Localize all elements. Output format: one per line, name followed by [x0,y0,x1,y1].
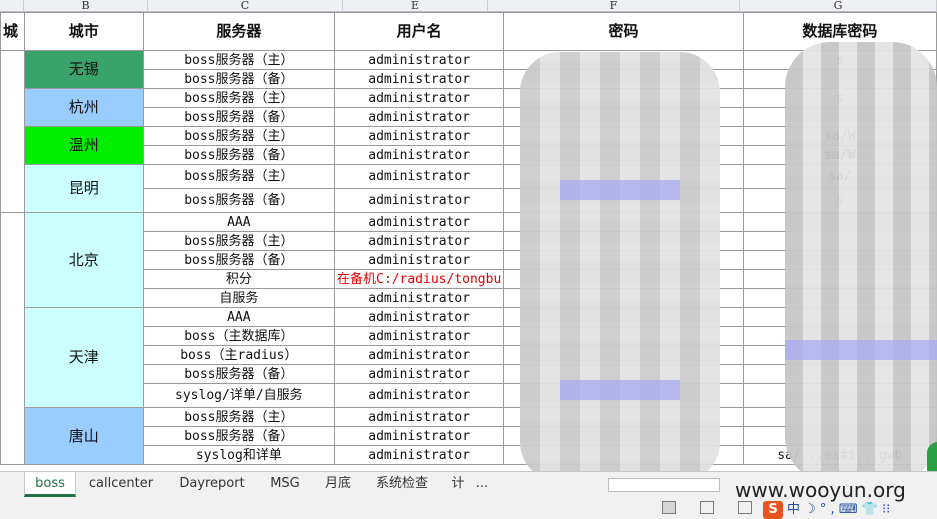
redaction-blur-password [520,52,720,471]
sheet-tab-dayreport[interactable]: Dayreport [170,472,254,497]
server-cell[interactable]: boss服务器（主） [142,407,336,427]
header-city[interactable]: 城市 [23,12,144,51]
user-cell[interactable]: administrator [334,445,505,465]
user-cell[interactable]: administrator [334,364,505,384]
server-cell[interactable]: boss服务器（备） [142,426,336,446]
column-header-a[interactable] [0,0,24,12]
user-cell[interactable]: administrator [334,164,505,189]
server-cell[interactable]: 积分 [142,269,336,289]
page-layout-view-icon[interactable] [700,501,714,514]
header-username[interactable]: 用户名 [334,12,505,51]
sogou-ime-icon[interactable]: S [763,501,783,519]
header-partial[interactable]: 城 [0,12,25,51]
user-cell[interactable]: administrator [334,407,505,427]
page-break-view-icon[interactable] [738,501,752,514]
server-cell[interactable]: 自服务 [142,288,336,308]
normal-view-icon[interactable] [662,501,676,514]
sheet-tab-system-check[interactable]: 系统检查 [368,472,436,497]
user-cell[interactable]: administrator [334,250,505,270]
floating-green-button[interactable] [927,442,937,471]
horizontal-scrollbar[interactable] [608,478,720,492]
redaction-band [560,380,680,400]
blank-cell[interactable] [0,50,25,213]
city-cell[interactable]: 杭州 [23,88,144,127]
user-cell[interactable]: administrator [334,307,505,327]
server-cell[interactable]: boss服务器（主） [142,126,336,146]
user-cell[interactable]: administrator [334,212,505,232]
user-cell[interactable]: administrator [334,326,505,346]
user-cell[interactable]: administrator [334,88,505,108]
user-cell[interactable]: administrator [334,126,505,146]
user-cell[interactable]: administrator [334,383,505,408]
column-header-f[interactable]: F [488,0,740,12]
server-cell[interactable]: boss服务器（主） [142,50,336,70]
user-cell[interactable]: administrator [334,145,505,165]
server-cell[interactable]: boss服务器（备） [142,364,336,384]
server-cell[interactable]: boss（主radius） [142,345,336,365]
worksheet-grid[interactable]: 城 城市 服务器 用户名 密码 数据库密码 无锡 boss服务器（主） admi… [0,12,937,471]
sheet-tab-callcenter[interactable]: callcenter [80,472,162,497]
city-cell[interactable]: 温州 [23,126,144,165]
user-cell[interactable]: administrator [334,426,505,446]
ime-status-text: 中 ☽ ° , ⌨ 👕 ⁝⁝ [787,502,891,517]
server-cell[interactable]: boss服务器（主） [142,164,336,189]
server-cell[interactable]: syslog/详单/自服务 [142,383,336,408]
server-cell[interactable]: boss服务器（主） [142,88,336,108]
note-cell[interactable]: 在备机C:/radius/tongbu [334,269,505,289]
city-cell[interactable]: 昆明 [23,164,144,213]
column-header-b[interactable]: B [24,0,148,12]
sheet-tab-partial[interactable]: 计 [444,472,472,497]
server-cell[interactable]: boss服务器（备） [142,69,336,89]
sheet-tab-boss[interactable]: boss [24,472,76,497]
user-cell[interactable]: administrator [334,231,505,251]
server-cell[interactable]: boss服务器（主） [142,231,336,251]
column-header-bar: B C E F G [0,0,937,12]
ime-toolbar[interactable]: S 中 ☽ ° , ⌨ 👕 ⁝⁝ [763,498,891,519]
server-cell[interactable]: syslog和详单 [142,445,336,465]
user-cell[interactable]: administrator [334,288,505,308]
server-cell[interactable]: AAA [142,212,336,232]
user-cell[interactable]: administrator [334,107,505,127]
column-header-c[interactable]: C [148,0,343,12]
server-cell[interactable]: boss服务器（备） [142,107,336,127]
city-cell[interactable]: 无锡 [23,50,144,89]
redaction-band [785,340,937,360]
server-cell[interactable]: boss服务器（备） [142,145,336,165]
header-server[interactable]: 服务器 [142,12,336,51]
server-cell[interactable]: AAA [142,307,336,327]
sheet-tab-more[interactable]: ... [472,472,492,497]
city-cell[interactable]: 唐山 [23,407,144,465]
sheet-tab-msg[interactable]: MSG [262,472,308,497]
city-cell[interactable]: 天津 [23,307,144,408]
server-cell[interactable]: boss（主数据库） [142,326,336,346]
sheet-tab-month-end[interactable]: 月底 [316,472,360,497]
column-header-g[interactable]: G [740,0,937,12]
column-header-e[interactable]: E [343,0,488,12]
header-password[interactable]: 密码 [503,12,744,51]
server-cell[interactable]: boss服务器（备） [142,188,336,213]
user-cell[interactable]: administrator [334,50,505,70]
server-cell[interactable]: boss服务器（备） [142,250,336,270]
redaction-blur-db-password [785,42,937,471]
blank-cell[interactable] [0,212,25,465]
user-cell[interactable]: administrator [334,188,505,213]
user-cell[interactable]: administrator [334,345,505,365]
city-cell[interactable]: 北京 [23,212,144,308]
redaction-band [560,180,680,200]
user-cell[interactable]: administrator [334,69,505,89]
